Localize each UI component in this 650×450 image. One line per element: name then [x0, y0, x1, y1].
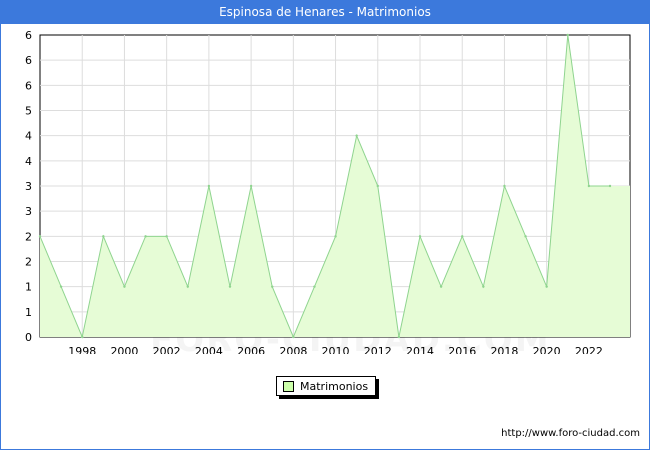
data-point — [102, 235, 105, 238]
chart-plot: 0 1 1 2 2 3 3 4 4 5 6 6 6 1998 2000 2002 2004 2006 2008 201… — [25, 29, 631, 354]
data-point — [461, 235, 464, 238]
y-tick-label: 3 — [25, 180, 32, 193]
footer-url: http://www.foro-ciudad.com — [501, 428, 640, 439]
data-point — [608, 184, 612, 188]
x-tick-label: 2004 — [195, 345, 223, 354]
x-tick-label: 2020 — [533, 345, 561, 354]
y-tick-label: 1 — [25, 281, 32, 294]
y-tick-label: 2 — [25, 256, 32, 269]
y-tick-label: 3 — [25, 205, 32, 218]
data-point — [355, 134, 358, 137]
data-point — [587, 184, 591, 188]
data-point — [207, 184, 211, 188]
data-point — [38, 235, 42, 238]
x-tick-label: 2008 — [279, 345, 307, 354]
data-point — [81, 335, 84, 339]
data-point — [144, 235, 147, 238]
y-tick-label: 1 — [25, 306, 32, 319]
data-point — [376, 184, 379, 188]
legend-swatch-matrimonios — [283, 380, 294, 392]
x-tick-label: 2014 — [406, 345, 434, 354]
data-point — [545, 285, 548, 288]
data-point — [566, 33, 569, 37]
y-tick-label: 4 — [25, 155, 32, 168]
y-tick-label: 0 — [25, 331, 32, 344]
x-tick-label: 2000 — [110, 345, 138, 354]
data-point — [503, 184, 506, 188]
chart-title: Espinosa de Henares - Matrimonios — [0, 0, 650, 24]
y-tick-label: 4 — [25, 130, 32, 143]
data-point — [186, 285, 189, 288]
x-tick-label: 2010 — [322, 345, 350, 354]
legend-label-matrimonios: Matrimonios — [300, 379, 369, 393]
x-tick-label: 2002 — [153, 345, 181, 354]
x-tick-label: 2016 — [448, 345, 476, 354]
data-point — [228, 285, 232, 288]
data-point — [165, 235, 168, 238]
data-point — [123, 285, 126, 288]
data-point — [439, 285, 443, 288]
data-point — [482, 285, 485, 288]
y-tick-label: 5 — [25, 105, 32, 118]
x-tick-label: 2006 — [237, 345, 265, 354]
data-point — [397, 335, 401, 339]
legend: Matrimonios — [276, 376, 376, 396]
data-point — [313, 285, 316, 288]
data-point — [334, 235, 337, 238]
x-tick-label: 2022 — [575, 345, 603, 354]
y-tick-label: 6 — [25, 29, 32, 42]
y-tick-label: 6 — [25, 79, 32, 92]
x-tick-label: 1998 — [68, 345, 96, 354]
y-tick-label: 2 — [25, 230, 32, 243]
x-tick-label: 2018 — [490, 345, 518, 354]
data-point — [271, 285, 274, 288]
data-point — [524, 235, 527, 238]
data-point — [59, 285, 63, 288]
y-tick-label: 6 — [25, 54, 32, 67]
data-point — [292, 335, 295, 339]
x-tick-label: 2012 — [364, 345, 392, 354]
data-point — [418, 235, 422, 238]
data-point — [249, 184, 253, 188]
